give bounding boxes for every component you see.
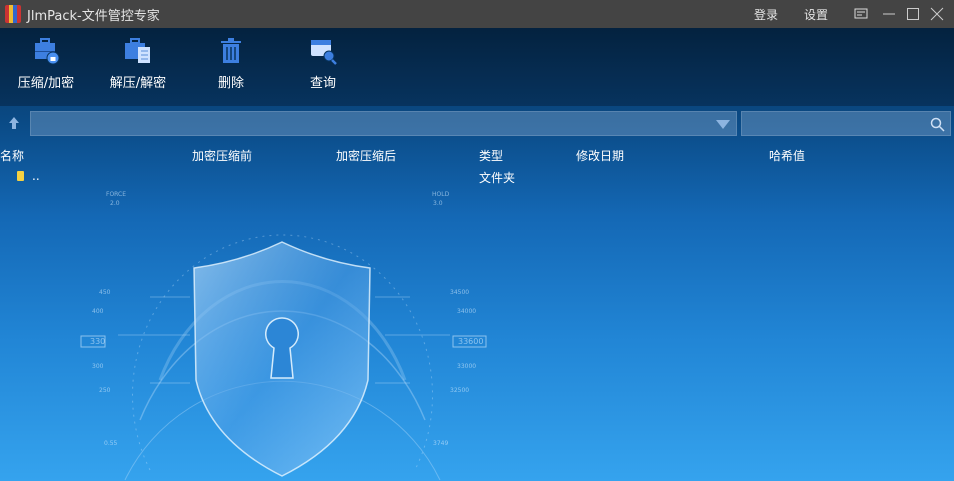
svg-text:250: 250 xyxy=(99,387,111,394)
window-title: JlmPack-文件管控专家 xyxy=(27,8,160,24)
settings-link[interactable]: 设置 xyxy=(804,6,828,23)
dropdown-arrow-icon[interactable] xyxy=(716,120,730,129)
svg-text:34000: 34000 xyxy=(457,308,476,315)
svg-text:HOLD: HOLD xyxy=(432,191,450,198)
column-header-hash[interactable]: 哈希值 xyxy=(769,147,805,164)
minimize-icon[interactable] xyxy=(882,7,896,21)
shield-illustration: FORCE2.0 HOLD3.0 450400 330 300250 0.55 … xyxy=(80,191,487,481)
svg-text:32500: 32500 xyxy=(450,387,469,394)
feedback-icon[interactable] xyxy=(854,7,868,21)
toolbar-label: 删除 xyxy=(217,76,244,91)
briefcase-list-icon xyxy=(125,38,150,63)
decompress-decrypt-button[interactable]: 解压/解密 xyxy=(98,36,178,91)
svg-text:33600: 33600 xyxy=(458,337,483,346)
trash-icon xyxy=(221,38,241,63)
maximize-icon[interactable] xyxy=(906,7,920,21)
svg-text:3.0: 3.0 xyxy=(433,200,443,207)
toolbar-label: 解压/解密 xyxy=(109,76,167,91)
folder-icon xyxy=(17,171,24,181)
delete-button[interactable]: 删除 xyxy=(191,36,271,91)
svg-text:FORCE: FORCE xyxy=(106,191,126,198)
close-icon[interactable] xyxy=(930,7,944,21)
column-header-size-after[interactable]: 加密压缩后 xyxy=(336,147,396,164)
column-header-name[interactable]: 名称 xyxy=(0,147,24,164)
svg-text:300: 300 xyxy=(92,363,104,370)
search-icon[interactable] xyxy=(930,117,945,132)
briefcase-lock-icon xyxy=(35,38,60,65)
column-header-type[interactable]: 类型 xyxy=(479,147,503,164)
svg-text:33000: 33000 xyxy=(457,363,476,370)
title-bar: JlmPack-文件管控专家 登录 设置 xyxy=(0,0,954,28)
column-header-modified[interactable]: 修改日期 xyxy=(576,147,624,164)
svg-text:0.55: 0.55 xyxy=(104,440,118,447)
search-input[interactable] xyxy=(741,111,951,136)
toolbar-label: 查询 xyxy=(309,76,336,91)
svg-text:3749: 3749 xyxy=(433,440,448,447)
svg-text:400: 400 xyxy=(92,308,104,315)
login-link[interactable]: 登录 xyxy=(754,6,778,23)
row-type: 文件夹 xyxy=(479,171,516,185)
app-logo-icon xyxy=(5,5,21,23)
search-card-icon xyxy=(311,40,337,65)
up-folder-icon[interactable] xyxy=(7,116,21,130)
svg-text:2.0: 2.0 xyxy=(110,200,120,207)
toolbar-label: 压缩/加密 xyxy=(17,76,75,91)
svg-text:450: 450 xyxy=(99,289,111,296)
address-bar[interactable] xyxy=(30,111,737,136)
row-name: .. xyxy=(32,169,40,183)
svg-text:330: 330 xyxy=(90,337,105,346)
toolbar: 压缩/加密 解压/解密 删除 查询 xyxy=(0,28,954,106)
svg-text:34500: 34500 xyxy=(450,289,469,296)
compress-encrypt-button[interactable]: 压缩/加密 xyxy=(6,36,86,91)
column-header-size-before[interactable]: 加密压缩前 xyxy=(192,147,252,164)
query-button[interactable]: 查询 xyxy=(283,36,363,91)
